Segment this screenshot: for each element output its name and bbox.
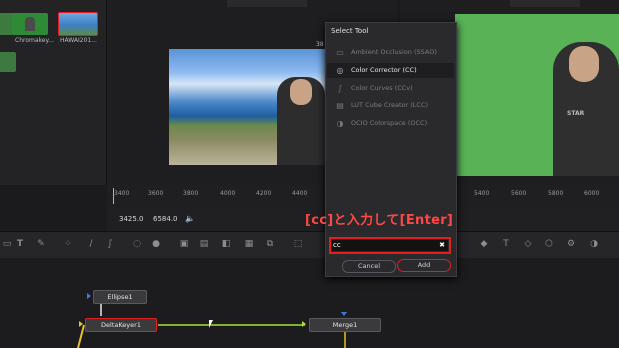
polygon-tool-icon[interactable]: ∕ xyxy=(85,238,97,250)
paint-tool-icon[interactable]: ✎ xyxy=(35,238,47,250)
node-merge[interactable]: Merge1 xyxy=(309,318,381,332)
viewer-title-bar xyxy=(510,0,580,7)
clip-thumbnail-partial[interactable] xyxy=(0,52,16,72)
tool-item-ocio-colorspace[interactable]: ◑ OCIO Colorspace (OCC) xyxy=(327,116,454,131)
tool-label: Color Corrector (CC) xyxy=(351,66,417,74)
clip-thumbnail-hawaii[interactable] xyxy=(58,12,98,36)
media-pool: Chromakey... HAWAI201... xyxy=(0,0,107,185)
node-deltakeyer[interactable]: DeltaKeyer1 xyxy=(85,318,157,332)
node-input-marker xyxy=(341,312,347,316)
drop-tool-icon[interactable]: ● xyxy=(150,238,162,250)
viewer-title-bar xyxy=(227,0,307,7)
color-corrector-icon: ◎ xyxy=(336,66,344,75)
shape3d-tool-icon[interactable]: ◇ xyxy=(522,238,534,250)
clip-label: Chromakey... xyxy=(15,37,54,44)
bitmap-tool-icon[interactable]: ◌ xyxy=(131,238,143,250)
person-figure: STAR xyxy=(553,42,619,176)
matte-control-icon[interactable]: ◧ xyxy=(220,238,232,250)
clear-search-icon[interactable]: ✖ xyxy=(439,241,445,249)
text-tool-icon[interactable]: T xyxy=(14,238,26,250)
particle-tool-icon[interactable]: ⁘ xyxy=(62,238,74,250)
tick-label: 4400 xyxy=(292,190,308,197)
select-tool-dialog: Select Tool ▭ Ambient Occlusion (SSAO) ◎… xyxy=(325,22,457,277)
tool-label: Ambient Occlusion (SSAO) xyxy=(351,48,437,56)
color-curves-icon: ∫ xyxy=(337,84,343,93)
cancel-button-label: Cancel xyxy=(357,262,381,270)
ocio-colorspace-icon: ◑ xyxy=(336,119,344,128)
tracker-tool-icon[interactable]: ⬚ xyxy=(292,238,304,250)
tick-label: 3400 xyxy=(114,190,130,197)
dialog-title: Select Tool xyxy=(331,27,369,35)
tool-icon-1[interactable]: ▭ xyxy=(1,238,13,250)
search-input[interactable]: cc ✖ xyxy=(332,240,448,251)
render3d-tool-icon[interactable]: ◑ xyxy=(588,238,600,250)
tick-label: 4200 xyxy=(256,190,272,197)
clip-thumbnail-chromakey[interactable] xyxy=(12,13,48,35)
current-frame-field[interactable]: 3425.0 xyxy=(119,215,144,223)
tool-item-color-corrector[interactable]: ◎ Color Corrector (CC) xyxy=(327,63,454,78)
node-input-marker xyxy=(79,321,83,327)
tool-item-ambient-occlusion[interactable]: ▭ Ambient Occlusion (SSAO) xyxy=(327,45,454,60)
tick-label: 6000 xyxy=(584,190,600,197)
tool-item-lut-cube[interactable]: ▤ LUT Cube Creator (LCC) xyxy=(327,98,454,113)
mouse-cursor xyxy=(209,320,213,328)
frame-counter: 38 xyxy=(316,41,324,48)
light-tool-icon[interactable]: ⚙ xyxy=(565,238,577,250)
cube-3d-icon[interactable]: ◆ xyxy=(478,238,490,250)
tick-label: 4000 xyxy=(220,190,236,197)
speaker-icon[interactable]: 🔈 xyxy=(185,214,195,223)
tick-label: 5800 xyxy=(548,190,564,197)
transform-tool-icon[interactable]: ▦ xyxy=(243,238,255,250)
person-figure xyxy=(277,77,325,165)
crop-tool-icon[interactable]: ⧉ xyxy=(264,238,276,250)
node-ellipse[interactable]: Ellipse1 xyxy=(93,290,147,304)
tick-label: 5400 xyxy=(474,190,490,197)
tool-label: OCIO Colorspace (OCC) xyxy=(351,119,428,127)
text3d-tool-icon[interactable]: T xyxy=(500,238,512,250)
tool-label: Color Curves (CCv) xyxy=(351,84,413,92)
node-input-marker xyxy=(87,293,91,299)
cancel-button[interactable]: Cancel xyxy=(342,260,396,273)
viewer-image xyxy=(169,49,325,165)
tool-label: LUT Cube Creator (LCC) xyxy=(351,101,429,109)
bspline-tool-icon[interactable]: ∫ xyxy=(104,238,116,250)
clip-label: HAWAI201... xyxy=(60,37,97,44)
add-button-label: Add xyxy=(417,261,431,269)
annotation-callout: [cc]と入力して[Enter] xyxy=(305,213,454,228)
tick-label: 3600 xyxy=(148,190,164,197)
channel-booleans-icon[interactable]: ▤ xyxy=(198,238,210,250)
merge-tool-icon[interactable]: ▣ xyxy=(178,238,190,250)
search-input-value: cc xyxy=(333,241,341,249)
end-frame-field[interactable]: 6584.0 xyxy=(153,215,178,223)
ambient-occlusion-icon: ▭ xyxy=(336,48,344,57)
tool-item-color-curves[interactable]: ∫ Color Curves (CCv) xyxy=(327,81,454,96)
add-button[interactable]: Add xyxy=(397,259,451,272)
tick-label: 5600 xyxy=(511,190,527,197)
tick-label: 3800 xyxy=(183,190,199,197)
cube-tool-icon[interactable]: ⬡ xyxy=(543,238,555,250)
viewer-image: STAR xyxy=(455,14,619,176)
node-input-marker xyxy=(302,321,306,327)
lut-cube-icon: ▤ xyxy=(336,101,344,110)
